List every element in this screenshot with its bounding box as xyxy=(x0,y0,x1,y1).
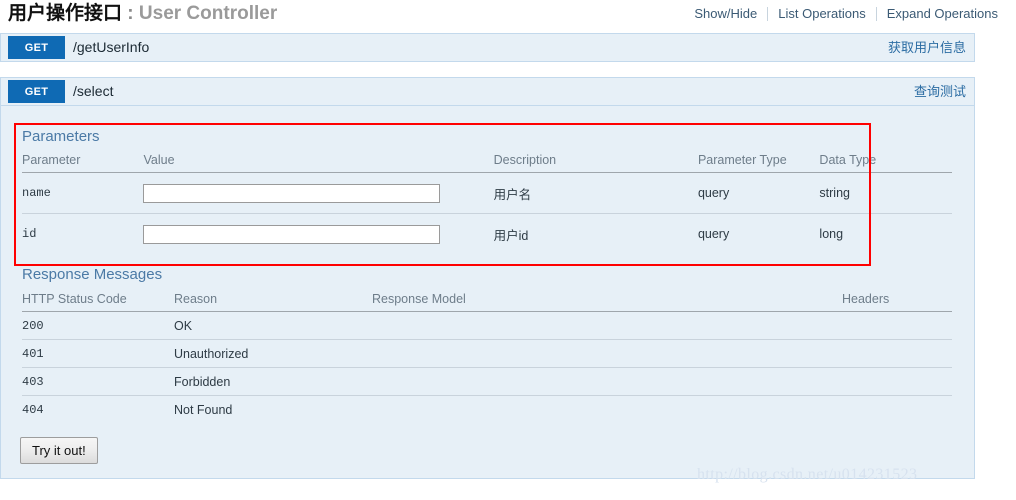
parameter-value-cell xyxy=(143,214,493,255)
page-title-separator: : xyxy=(122,3,139,24)
parameter-type: query xyxy=(698,214,819,255)
try-it-out-button[interactable]: Try it out! xyxy=(20,437,98,464)
operation-path[interactable]: /select xyxy=(73,78,113,105)
table-row: id 用户id query long xyxy=(22,214,952,255)
response-reason: Unauthorized xyxy=(174,340,372,368)
resource-options: Show/Hide List Operations Expand Operati… xyxy=(684,6,1008,22)
parameter-input-id[interactable] xyxy=(143,225,440,244)
response-headers xyxy=(842,340,952,368)
response-headers xyxy=(842,396,952,424)
response-messages-table: HTTP Status Code Reason Response Model H… xyxy=(22,289,952,423)
table-row: 401 Unauthorized xyxy=(22,340,952,368)
parameters-heading: Parameters xyxy=(22,128,100,145)
page-title-en: User Controller xyxy=(139,3,277,24)
response-headers xyxy=(842,368,952,396)
column-header-data-type: Data Type xyxy=(819,150,952,173)
response-messages-heading: Response Messages xyxy=(22,266,162,283)
column-header-response-model: Response Model xyxy=(372,289,842,312)
table-header-row: HTTP Status Code Reason Response Model H… xyxy=(22,289,952,312)
response-status-code: 200 xyxy=(22,312,174,340)
parameters-table: Parameter Value Description Parameter Ty… xyxy=(22,150,952,254)
table-row: 404 Not Found xyxy=(22,396,952,424)
table-row: 200 OK xyxy=(22,312,952,340)
column-header-parameter-type: Parameter Type xyxy=(698,150,819,173)
list-operations-link[interactable]: List Operations xyxy=(768,6,875,22)
parameter-value-cell xyxy=(143,173,493,214)
parameter-description: 用户id xyxy=(494,214,698,255)
response-status-code: 401 xyxy=(22,340,174,368)
column-header-status-code: HTTP Status Code xyxy=(22,289,174,312)
response-model xyxy=(372,312,842,340)
table-header-row: Parameter Value Description Parameter Ty… xyxy=(22,150,952,173)
operation-row-get-user-info[interactable]: GET /getUserInfo 获取用户信息 xyxy=(0,33,975,62)
watermark-text: http://blog.csdn.net/u014231523 xyxy=(697,466,917,484)
table-row: name 用户名 query string xyxy=(22,173,952,214)
column-header-value: Value xyxy=(143,150,493,173)
parameter-type: query xyxy=(698,173,819,214)
parameter-data-type: string xyxy=(819,173,952,214)
column-header-headers: Headers xyxy=(842,289,952,312)
response-status-code: 403 xyxy=(22,368,174,396)
table-row: 403 Forbidden xyxy=(22,368,952,396)
parameter-input-name[interactable] xyxy=(143,184,440,203)
column-header-description: Description xyxy=(494,150,698,173)
operation-summary[interactable]: 查询测试 xyxy=(914,78,966,105)
parameter-name: id xyxy=(22,214,143,255)
response-headers xyxy=(842,312,952,340)
response-model xyxy=(372,368,842,396)
response-model xyxy=(372,340,842,368)
response-model xyxy=(372,396,842,424)
page-title-zh: 用户操作接口 xyxy=(8,3,122,24)
expand-operations-link[interactable]: Expand Operations xyxy=(877,6,1008,22)
parameter-description: 用户名 xyxy=(494,173,698,214)
http-method-badge: GET xyxy=(8,36,65,59)
operation-path[interactable]: /getUserInfo xyxy=(73,34,149,61)
operation-row-select[interactable]: GET /select 查询测试 xyxy=(0,77,975,106)
resource-header: 用户操作接口 : User Controller Show/Hide List … xyxy=(0,0,1016,30)
response-status-code: 404 xyxy=(22,396,174,424)
response-reason: OK xyxy=(174,312,372,340)
response-reason: Not Found xyxy=(174,396,372,424)
column-header-reason: Reason xyxy=(174,289,372,312)
parameter-data-type: long xyxy=(819,214,952,255)
parameter-name: name xyxy=(22,173,143,214)
response-reason: Forbidden xyxy=(174,368,372,396)
http-method-badge: GET xyxy=(8,80,65,103)
operation-summary[interactable]: 获取用户信息 xyxy=(888,34,966,61)
column-header-parameter: Parameter xyxy=(22,150,143,173)
show-hide-link[interactable]: Show/Hide xyxy=(684,6,767,22)
page-title: 用户操作接口 : User Controller xyxy=(8,2,277,26)
